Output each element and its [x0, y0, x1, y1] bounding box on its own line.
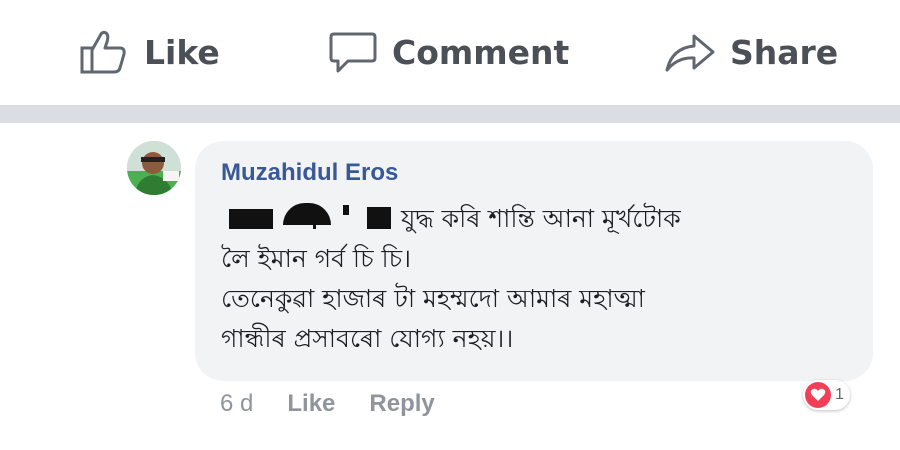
comment-label: Comment: [392, 32, 570, 72]
speech-bubble-icon: [329, 32, 377, 73]
reaction-summary[interactable]: 1: [803, 380, 850, 410]
post-action-bar: Like Comment Share: [0, 0, 900, 105]
share-label: Share: [730, 32, 839, 72]
redacted-mark: [221, 203, 401, 231]
avatar[interactable]: [127, 141, 181, 195]
reaction-count: 1: [835, 386, 844, 403]
share-arrow-icon: [665, 34, 715, 72]
comment-button[interactable]: Comment: [328, 28, 569, 76]
comment-line: তেনেকুৱা হাজাৰ টা মহম্মদো আমাৰ মহাত্মা: [221, 284, 645, 313]
thumbs-up-icon: [80, 30, 126, 74]
section-divider: [0, 105, 900, 123]
comment-bubble: Muzahidul Eros যুদ্ধ কৰি শান্তি আনা মূৰ্…: [195, 141, 873, 381]
comment-line: লৈ ইমান গৰ্ব চি চি।: [221, 244, 412, 273]
like-label: Like: [144, 32, 220, 72]
comment-body: যুদ্ধ কৰি শান্তি আনা মূৰ্খটোক লৈ ইমান গৰ…: [221, 199, 861, 359]
comment-like-button[interactable]: Like: [287, 390, 335, 418]
share-button[interactable]: Share: [664, 28, 838, 76]
like-button[interactable]: Like: [78, 28, 220, 76]
comment-line: যুদ্ধ কৰি শান্তি আনা মূৰ্খটোক: [221, 199, 861, 239]
comment-meta: 6 d Like Reply: [220, 390, 435, 418]
comment-timestamp[interactable]: 6 d: [220, 390, 253, 418]
comment-author[interactable]: Muzahidul Eros: [221, 159, 398, 187]
comment-reply-button[interactable]: Reply: [369, 390, 434, 418]
comment-line: গান্ধীৰ প্ৰসাবৰো যোগ্য নহয়।।: [221, 324, 514, 353]
avatar-picture: [127, 141, 181, 195]
comment-line-text: যুদ্ধ কৰি শান্তি আনা মূৰ্খটোক: [401, 204, 681, 233]
heart-icon: [805, 382, 831, 408]
